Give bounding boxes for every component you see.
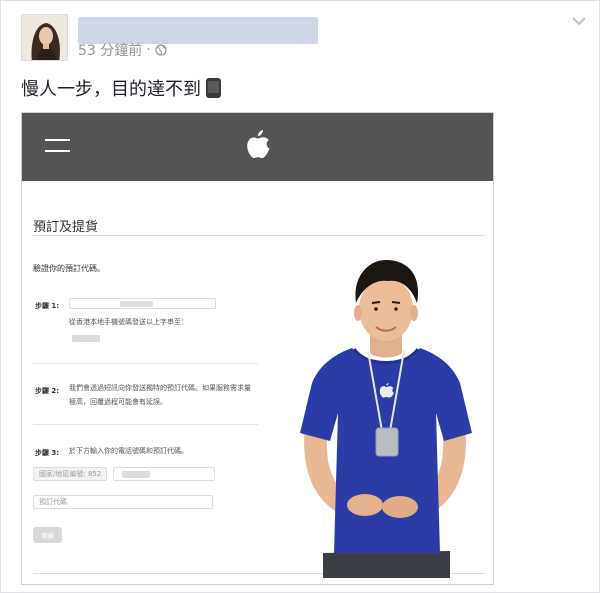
hamburger-menu-icon[interactable]: [45, 137, 70, 155]
title-divider: [33, 235, 485, 236]
step-3-label: 步驟 3:: [35, 449, 60, 457]
reservation-code-input[interactable]: 預訂代碼: [33, 495, 213, 509]
step-2-label: 步驟 2:: [35, 387, 60, 395]
step-divider: [33, 363, 258, 364]
globe-icon[interactable]: [155, 44, 167, 56]
attached-screenshot[interactable]: 預訂及提貨 驗證你的預訂代碼。 步驟 1: 從香港本地手機號碼發送以上字串至： …: [21, 112, 494, 585]
post-meta: 53 分鐘前 ·: [78, 40, 167, 60]
apple-topbar: [22, 113, 493, 181]
step-divider: [33, 424, 258, 425]
verify-instruction: 驗證你的預訂代碼。: [33, 264, 105, 273]
step-3-text: 於下方輸入你的電話號碼和預訂代碼。: [69, 447, 188, 455]
redacted-number: [72, 335, 100, 342]
post-text: 慢人一步，目的達不到: [21, 75, 221, 101]
reservation-code-placeholder: 預訂代碼: [39, 498, 67, 506]
meta-dot: ·: [146, 42, 151, 58]
post-message: 慢人一步，目的達不到: [21, 79, 201, 100]
sms-string-field[interactable]: [69, 298, 216, 309]
step-1-text: 從香港本地手機號碼發送以上字串至：: [69, 318, 188, 326]
country-code-field[interactable]: 國家/地區編號: 852: [33, 467, 107, 481]
apple-logo-icon[interactable]: [245, 129, 271, 161]
continue-button[interactable]: 繼續: [33, 527, 62, 543]
redacted-string: [120, 301, 153, 307]
step-2-text-line2: 極高，回覆過程可能會有延誤。: [69, 398, 167, 406]
step-1-label: 步驟 1:: [35, 302, 60, 310]
timestamp[interactable]: 53 分鐘前: [78, 40, 142, 60]
apple-staff-photo: [300, 259, 472, 578]
step-2-text-line1: 我們會透過短訊向你發送獨特的預訂代碼。如果服務需求量: [69, 384, 251, 392]
redacted-phone: [122, 471, 150, 478]
page-title: 預訂及提貨: [33, 220, 99, 235]
avatar[interactable]: [21, 14, 68, 61]
phone-number-input[interactable]: [113, 467, 215, 481]
chevron-down-icon[interactable]: [571, 15, 587, 27]
country-code-label: 國家/地區編號: 852: [39, 470, 102, 478]
mobile-phone-icon: [206, 78, 221, 98]
facebook-post: 53 分鐘前 · 慢人一步，目的達不到 預訂及提貨 驗證你的預訂代碼。 步驟 1…: [0, 0, 600, 593]
